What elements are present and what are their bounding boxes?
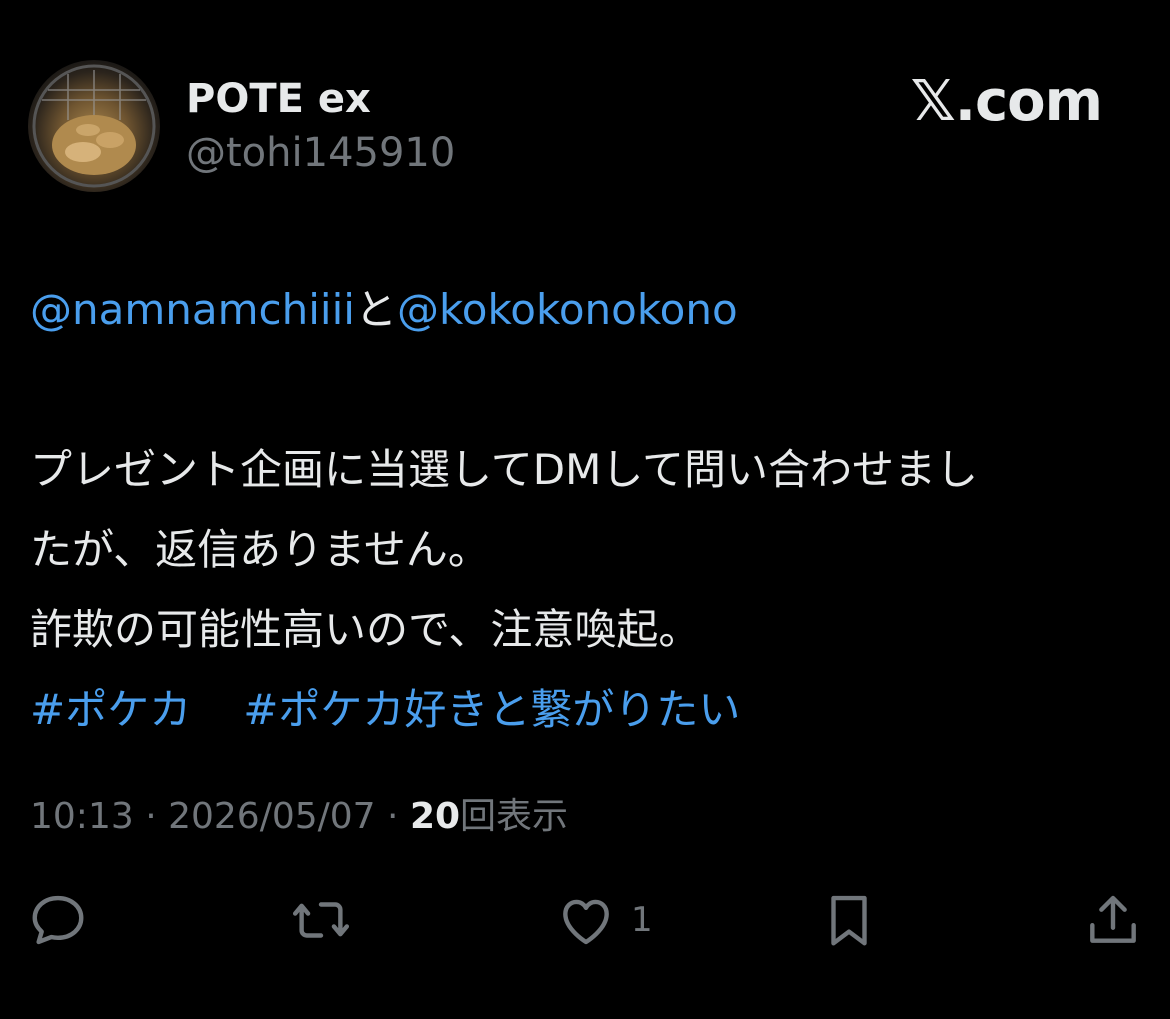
bookmark-icon (831, 895, 867, 946)
like-button[interactable]: 1 (555, 885, 653, 955)
like-count: 1 (631, 900, 653, 940)
tweet-line: 詐欺の可能性高いので、注意喚起。 (30, 605, 701, 654)
author-display-name[interactable]: POTE ex (186, 74, 371, 124)
share-button[interactable] (1082, 885, 1144, 955)
share-icon (1090, 895, 1136, 943)
hashtag-link[interactable]: #ポケカ好きと繋がりたい (243, 685, 740, 734)
avatar-image (32, 64, 156, 188)
reply-button[interactable] (27, 885, 89, 955)
mentions-line: @namnamchiiiiと@kokokonokono (30, 270, 1140, 350)
author-handle[interactable]: @tohi145910 (186, 128, 455, 178)
mention-link[interactable]: @namnamchiiii (30, 285, 355, 334)
mention-connector: と (354, 285, 397, 334)
retweet-icon (292, 902, 350, 938)
tweet-line: プレゼント企画に当選してDMして問い合わせまし (30, 445, 979, 494)
avatar[interactable] (28, 60, 160, 192)
hashtag-link[interactable]: #ポケカ (30, 685, 191, 734)
reply-icon (32, 895, 84, 945)
action-bar: 1 (0, 885, 1170, 955)
tweet-line: たが、返信ありません。 (30, 525, 490, 574)
hashtags-line: #ポケカ #ポケカ好きと繋がりたい (30, 670, 1140, 750)
views-count: 20 (409, 796, 461, 837)
tweet-time[interactable]: 10:13 (30, 796, 134, 837)
meta-separator: · (133, 796, 169, 837)
views-label: 回表示 (460, 796, 569, 837)
heart-icon (563, 899, 609, 945)
x-com-logo: 𝕏.com (910, 69, 1103, 134)
meta-separator: · (375, 796, 410, 837)
tweet-text: @namnamchiiiiと@kokokonokono プレゼント企画に当選して… (30, 270, 1140, 750)
bookmark-button[interactable] (818, 885, 880, 955)
tweet-date[interactable]: 2026/05/07 (168, 796, 376, 837)
retweet-button[interactable] (290, 885, 352, 955)
tweet-meta: 10:13 · 2026/05/07 · 20回表示 (30, 792, 568, 842)
mention-link[interactable]: @kokokonokono (397, 285, 738, 334)
